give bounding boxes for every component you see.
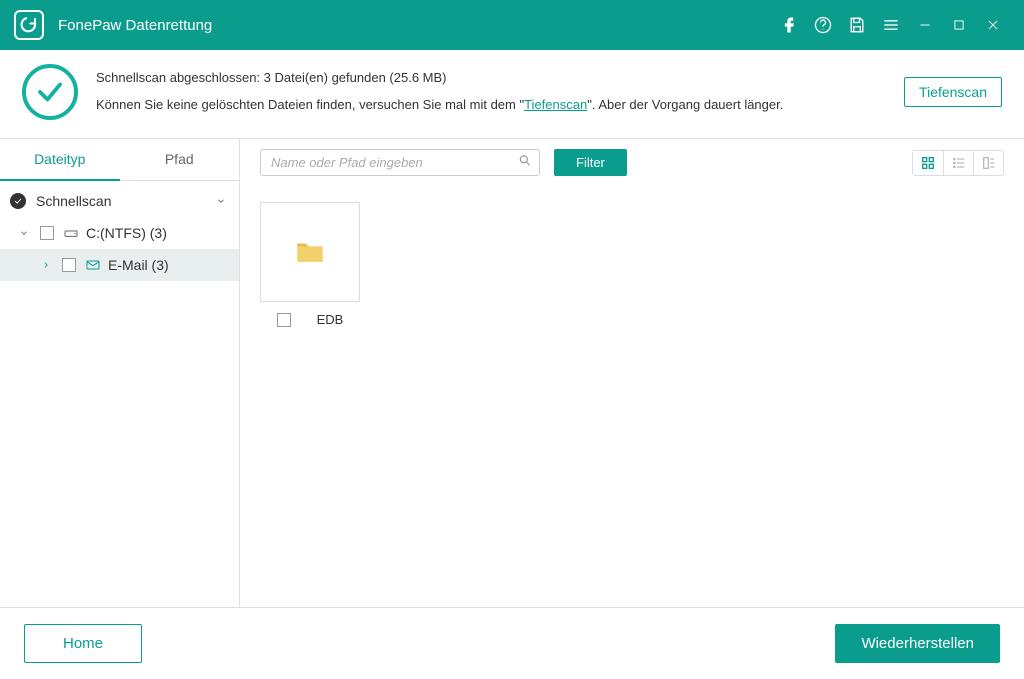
filter-button[interactable]: Filter	[554, 149, 627, 176]
content-toolbar: Filter	[240, 139, 1024, 186]
app-window: FonePaw Datenrettung Schnellscan abges	[0, 0, 1024, 679]
view-toggle	[912, 150, 1004, 176]
sidebar: Dateityp Pfad Schnellscan C:(NTFS) (3)	[0, 139, 240, 607]
item-checkbox[interactable]	[277, 313, 291, 327]
chevron-down-icon	[213, 196, 229, 206]
status-line1: Schnellscan abgeschlossen: 3 Datei(en) g…	[96, 66, 904, 91]
status-line2: Können Sie keine gelöschten Dateien find…	[96, 93, 904, 118]
chevron-right-icon	[38, 260, 54, 270]
item-label: EDB	[317, 312, 344, 327]
recover-button[interactable]: Wiederherstellen	[835, 624, 1000, 663]
search-icon	[518, 153, 532, 172]
tree-email[interactable]: E-Mail (3)	[0, 249, 239, 281]
deepscan-button[interactable]: Tiefenscan	[904, 77, 1002, 107]
chevron-down-icon	[16, 228, 32, 238]
maximize-button[interactable]	[942, 8, 976, 42]
checkbox[interactable]	[62, 258, 76, 272]
results-grid: EDB	[240, 186, 1024, 607]
drive-icon	[62, 225, 80, 241]
help-icon[interactable]	[806, 8, 840, 42]
email-icon	[84, 257, 102, 273]
close-button[interactable]	[976, 8, 1010, 42]
app-title: FonePaw Datenrettung	[58, 17, 212, 34]
content-area: Filter	[240, 139, 1024, 607]
minimize-button[interactable]	[908, 8, 942, 42]
grid-item[interactable]: EDB	[260, 202, 360, 327]
sidebar-tabs: Dateityp Pfad	[0, 139, 239, 181]
tab-filetype[interactable]: Dateityp	[0, 139, 120, 181]
tree-root-label: Schnellscan	[36, 193, 213, 209]
success-check-icon	[22, 64, 78, 120]
check-dot-icon	[10, 193, 26, 209]
tree-drive-label: C:(NTFS) (3)	[86, 225, 167, 241]
tree: Schnellscan C:(NTFS) (3)	[0, 181, 239, 281]
app-logo	[14, 10, 44, 40]
save-icon[interactable]	[840, 8, 874, 42]
status-text: Schnellscan abgeschlossen: 3 Datei(en) g…	[96, 66, 904, 117]
folder-thumbnail	[260, 202, 360, 302]
checkbox[interactable]	[40, 226, 54, 240]
search-input[interactable]	[260, 149, 540, 176]
status-bar: Schnellscan abgeschlossen: 3 Datei(en) g…	[0, 50, 1024, 139]
view-list-button[interactable]	[943, 151, 973, 175]
deepscan-link[interactable]: Tiefenscan	[524, 97, 587, 112]
tree-root-quickscan[interactable]: Schnellscan	[0, 185, 239, 217]
menu-icon[interactable]	[874, 8, 908, 42]
facebook-icon[interactable]	[772, 8, 806, 42]
search-wrap	[260, 149, 540, 176]
home-button[interactable]: Home	[24, 624, 142, 663]
tree-drive-c[interactable]: C:(NTFS) (3)	[0, 217, 239, 249]
footer: Home Wiederherstellen	[0, 607, 1024, 679]
main-area: Dateityp Pfad Schnellscan C:(NTFS) (3)	[0, 139, 1024, 607]
titlebar: FonePaw Datenrettung	[0, 0, 1024, 50]
tab-path[interactable]: Pfad	[120, 139, 240, 180]
view-grid-button[interactable]	[913, 151, 943, 175]
view-detail-button[interactable]	[973, 151, 1003, 175]
tree-email-label: E-Mail (3)	[108, 257, 169, 273]
